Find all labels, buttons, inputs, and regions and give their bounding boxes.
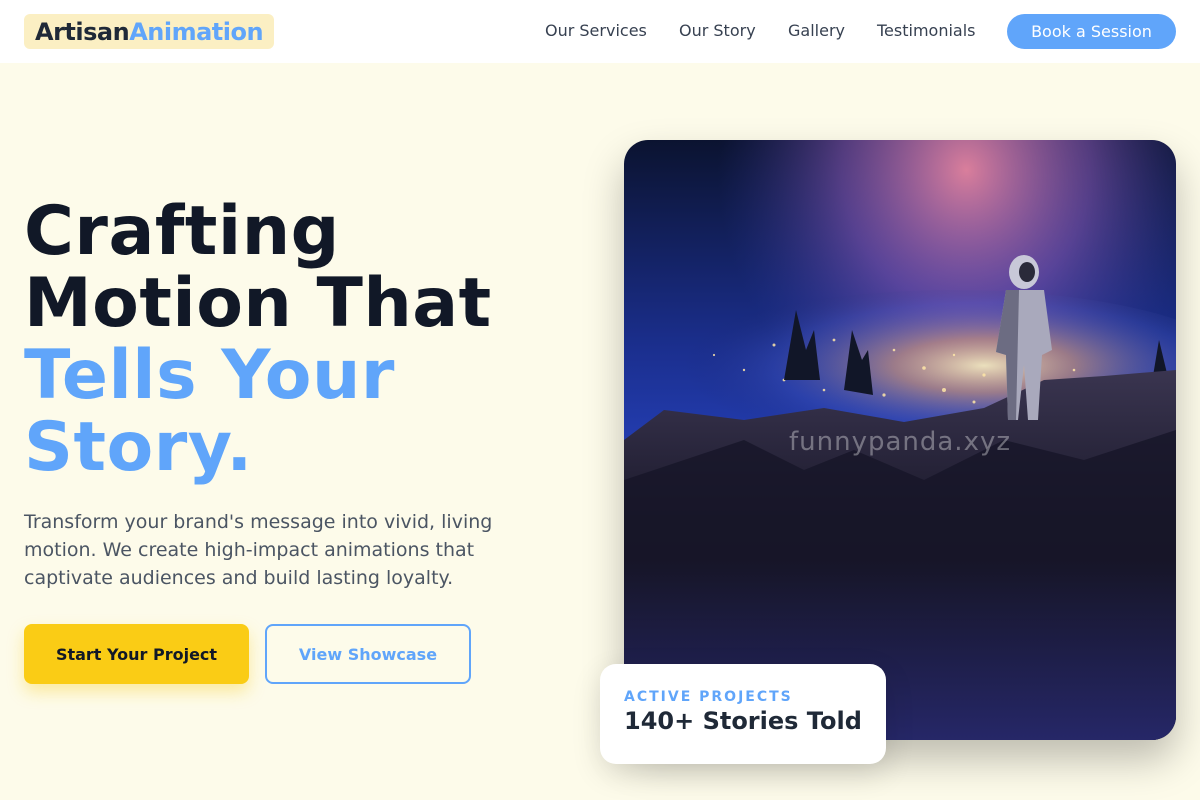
logo-text-artisan: Artisan	[35, 17, 130, 46]
start-project-button[interactable]: Start Your Project	[24, 624, 249, 684]
nav-link-our-services[interactable]: Our Services	[545, 21, 647, 40]
headline-line-4: Story.	[24, 408, 253, 487]
headline-line-3: Tells Your	[24, 336, 395, 415]
site-header: Artisan Animation Our Services Our Story …	[0, 0, 1200, 63]
hero-headline: Crafting Motion That Tells Your Story.	[24, 196, 492, 484]
hero-image: funnypanda.xyz	[624, 140, 1176, 740]
stats-label: ACTIVE PROJECTS	[624, 689, 793, 705]
book-session-button[interactable]: Book a Session	[1007, 14, 1176, 49]
headline-line-2: Motion That	[24, 264, 492, 343]
stats-value: 140+ Stories Told	[624, 707, 862, 735]
nav-link-testimonials[interactable]: Testimonials	[877, 21, 976, 40]
watermark-text: funnypanda.xyz	[788, 427, 1011, 457]
logo[interactable]: Artisan Animation	[24, 14, 275, 49]
logo-text-animation: Animation	[129, 17, 264, 46]
stats-card: ACTIVE PROJECTS 140+ Stories Told	[600, 664, 886, 764]
view-showcase-button[interactable]: View Showcase	[265, 624, 471, 684]
headline-line-1: Crafting	[24, 192, 340, 271]
hero-subtext: Transform your brand's message into vivi…	[24, 511, 493, 589]
nav-link-our-story[interactable]: Our Story	[679, 21, 756, 40]
nav-link-gallery[interactable]: Gallery	[788, 21, 845, 40]
